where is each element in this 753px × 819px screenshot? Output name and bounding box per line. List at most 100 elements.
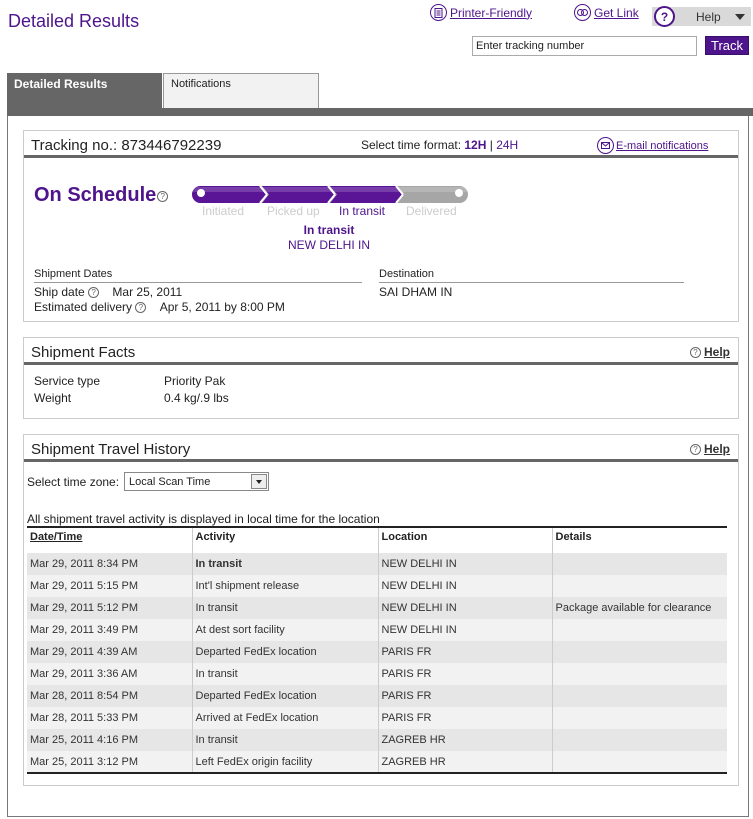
chevron-down-icon [735,14,745,20]
time-format-selector: Select time format: 12H | 24H [361,138,518,152]
help-question-icon[interactable]: ? [157,191,169,202]
weight-label: Weight [34,391,72,405]
cell-datetime: Mar 29, 2011 3:49 PM [27,619,193,641]
cell-details [552,641,727,663]
ship-date-row: Ship date ? Mar 25, 2011 [34,285,182,299]
cell-datetime: Mar 29, 2011 5:15 PM [27,575,193,597]
progress-step-in-transit: In transit [339,204,386,218]
printer-friendly-link[interactable]: Printer-Friendly [430,4,532,21]
cell-location: PARIS FR [378,707,553,729]
progress-start-dot [197,189,205,197]
cell-datetime: Mar 25, 2011 4:16 PM [27,729,193,751]
column-header-details: Details [555,531,592,543]
service-type-label: Service type [34,374,101,388]
cell-location: ZAGREB HR [378,751,553,773]
column-header-activity: Activity [192,527,379,553]
cell-datetime: Mar 29, 2011 4:39 AM [27,641,193,663]
envelope-icon [597,137,614,154]
shipment-facts-header: Shipment Facts ? Help [24,338,738,365]
service-type-value: Priority Pak [164,374,226,388]
cell-activity: In transit [192,597,379,619]
progress-end-dot [455,189,463,197]
table-row: Mar 29, 2011 5:12 PM In transit NEW DELHI … [27,597,727,619]
email-notifications-link[interactable]: E-mail notifications [597,137,708,154]
help-link-label: Help [703,345,730,359]
table-row: Mar 25, 2011 3:12 PM Left FedEx origin fa… [27,751,727,773]
destination-label: Destination [379,268,684,283]
sort-datetime-link[interactable]: Date/Time [30,531,82,543]
cell-details [552,663,727,685]
help-question-icon[interactable]: ? [135,302,147,314]
cell-location: PARIS FR [378,663,553,685]
column-header-datetime[interactable]: Date/Time [27,527,193,553]
help-question-icon: ? [689,443,701,455]
cell-details [552,575,727,597]
cell-details [552,685,727,707]
travel-history-title: Shipment Travel History [31,441,191,458]
chevron-down-icon [251,474,267,489]
estimated-delivery-label: Estimated delivery [34,300,133,314]
cell-datetime: Mar 29, 2011 8:34 PM [27,553,193,575]
progress-step-initiated: Initiated [202,204,245,218]
progress-bar [192,186,468,203]
help-question-icon[interactable]: ? [88,287,100,299]
travel-history-header: Shipment Travel History ? Help [24,435,738,462]
cell-location: NEW DELHI IN [378,619,553,641]
ship-date-value: Mar 25, 2011 [112,285,183,299]
tracking-number: Tracking no.: 873446792239 [31,137,222,154]
cell-details [552,553,727,575]
track-button[interactable]: Track [705,36,749,55]
destination-value: SAI DHAM IN [379,285,453,299]
cell-activity: Left FedEx origin facility [192,751,379,773]
get-link-label: Get Link [594,5,639,20]
timezone-selected-value: Local Scan Time [129,476,211,488]
email-notifications-label: E-mail notifications [616,139,709,152]
table-row: Mar 29, 2011 5:15 PM Int'l shipment relea… [27,575,727,597]
cell-datetime: Mar 29, 2011 3:36 AM [27,663,193,685]
time-format-separator: | [489,138,493,152]
cell-details [552,751,727,773]
travel-history-table: Date/Time Activity Location Details Mar … [27,526,727,774]
cell-details [552,619,727,641]
shipment-facts-panel: Shipment Facts ? Help Service type Prior… [23,337,739,419]
ship-date-label: Ship date [34,285,85,299]
cell-location: ZAGREB HR [378,729,553,751]
get-link-link[interactable]: Get Link [574,4,639,21]
table-row: Mar 28, 2011 8:54 PM Departed FedEx locat… [27,685,727,707]
tab-detailed-results[interactable]: Detailed Results [7,73,162,109]
shipment-facts-title: Shipment Facts [31,344,136,361]
table-header-row: Date/Time Activity Location Details [27,527,727,553]
cell-location: NEW DELHI IN [378,553,553,575]
cell-activity: At dest sort facility [192,619,379,641]
table-row: Mar 29, 2011 4:39 AM Departed FedEx locat… [27,641,727,663]
weight-value: 0.4 kg/.9 lbs [164,391,229,405]
cell-details [552,707,727,729]
tab-notifications[interactable]: Notifications [163,73,319,109]
timezone-select[interactable]: Local Scan Time [124,472,269,491]
cell-location: PARIS FR [378,685,553,707]
table-row: Mar 29, 2011 3:49 PM At dest sort facilit… [27,619,727,641]
progress-step-delivered: Delivered [406,204,457,218]
cell-activity: Departed FedEx location [192,685,379,707]
cell-details [552,729,727,751]
cell-datetime: Mar 28, 2011 5:33 PM [27,707,193,729]
time-format-12h-link[interactable]: 12H [464,138,486,152]
cell-activity: Arrived at FedEx location [192,707,379,729]
printer-icon [430,4,447,21]
travel-history-help-link[interactable]: ? Help [689,442,730,456]
cell-activity: Departed FedEx location [192,641,379,663]
time-format-24h-link[interactable]: 24H [496,138,518,152]
shipment-facts-help-link[interactable]: ? Help [689,345,730,359]
cell-details: Package available for clearance [552,597,727,619]
timezone-label: Select time zone: [27,475,120,489]
help-dropdown[interactable]: ? Help [652,6,751,27]
estimated-delivery-row: Estimated delivery ? Apr 5, 2011 by 8:00… [34,300,285,314]
tracking-number-input[interactable] [472,36,697,56]
cell-location: PARIS FR [378,641,553,663]
shipment-status-text: On Schedule [34,184,157,206]
cell-activity: In transit [192,729,379,751]
tracking-summary-header: Tracking no.: 873446792239 Select time f… [24,131,738,158]
cell-activity: In transit [192,663,379,685]
printer-friendly-label: Printer-Friendly [450,5,533,20]
tab-bar [7,108,753,116]
